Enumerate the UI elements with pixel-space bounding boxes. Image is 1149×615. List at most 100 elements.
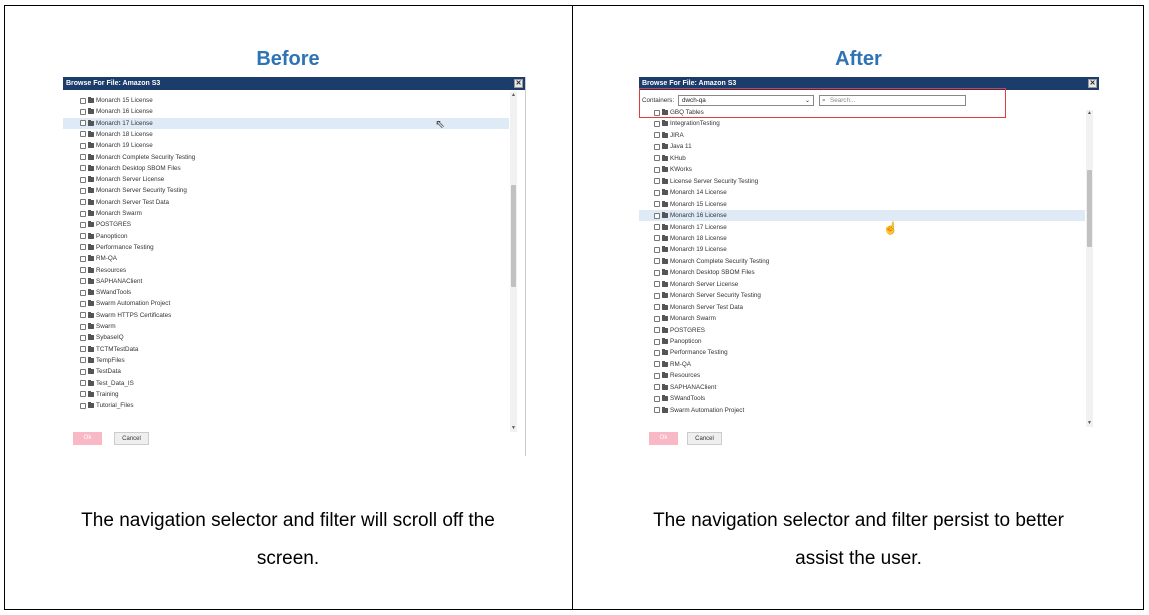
list-item[interactable]: Resources (63, 265, 509, 276)
checkbox-icon[interactable] (654, 304, 660, 311)
checkbox-icon[interactable] (80, 210, 86, 217)
scrollbar-thumb[interactable] (511, 185, 516, 287)
close-icon[interactable]: ✕ (514, 79, 523, 88)
list-item[interactable]: TCTMTestData (63, 344, 509, 355)
list-item[interactable]: Monarch Server Test Data (63, 197, 509, 208)
checkbox-icon[interactable] (654, 201, 660, 208)
list-item[interactable]: Monarch 16 License (639, 210, 1085, 222)
list-item[interactable]: Tutorial_Files (63, 400, 509, 411)
checkbox-icon[interactable] (654, 315, 660, 322)
scroll-down-icon[interactable]: ▼ (510, 425, 517, 432)
list-item[interactable]: Monarch Server Security Testing (639, 290, 1085, 301)
checkbox-icon[interactable] (654, 120, 660, 127)
list-item[interactable]: Monarch Swarm (639, 313, 1085, 324)
checkbox-icon[interactable] (80, 131, 86, 138)
list-item[interactable]: Monarch Desktop SBOM Files (639, 267, 1085, 278)
checkbox-icon[interactable] (80, 368, 86, 375)
checkbox-icon[interactable] (654, 166, 660, 173)
list-item[interactable]: Swarm Automation Project (639, 405, 1085, 416)
list-item[interactable]: Monarch 15 License (63, 95, 509, 106)
list-item[interactable]: Monarch Complete Security Testing (639, 256, 1085, 267)
checkbox-icon[interactable] (654, 407, 660, 414)
checkbox-icon[interactable] (654, 246, 660, 253)
list-item[interactable]: Test_Data_IS (63, 378, 509, 389)
list-item[interactable]: POSTGRES (63, 219, 509, 230)
list-item[interactable]: Monarch 19 License (63, 140, 509, 151)
list-item[interactable]: TestData (63, 366, 509, 377)
scrollbar-thumb[interactable] (1087, 170, 1092, 247)
list-item[interactable]: SAPHANAClient (639, 382, 1085, 393)
scroll-up-icon[interactable]: ▲ (1086, 110, 1093, 117)
checkbox-icon[interactable] (654, 224, 660, 230)
checkbox-icon[interactable] (80, 108, 86, 115)
checkbox-icon[interactable] (654, 292, 660, 299)
checkbox-icon[interactable] (80, 346, 86, 353)
checkbox-icon[interactable] (80, 165, 86, 172)
list-item[interactable]: Monarch 17 License (639, 222, 1085, 233)
scrollbar[interactable]: ▲ ▼ (1086, 110, 1093, 427)
checkbox-icon[interactable] (80, 142, 86, 149)
checkbox-icon[interactable] (80, 323, 86, 330)
list-item[interactable]: SAPHANAClient (63, 276, 509, 287)
checkbox-icon[interactable] (80, 402, 86, 409)
list-item[interactable]: Monarch Server License (63, 174, 509, 185)
cancel-button[interactable]: Cancel (114, 432, 149, 445)
checkbox-icon[interactable] (80, 289, 86, 296)
checkbox-icon[interactable] (654, 327, 660, 334)
checkbox-icon[interactable] (654, 372, 660, 379)
list-item[interactable]: RM-QA (63, 253, 509, 264)
list-item[interactable]: Swarm (63, 321, 509, 332)
list-item[interactable]: JIRA (639, 130, 1085, 141)
list-item[interactable]: SybaseIQ (63, 332, 509, 343)
list-item[interactable]: Monarch 15 License (639, 199, 1085, 210)
checkbox-icon[interactable] (80, 391, 86, 398)
checkbox-icon[interactable] (654, 269, 660, 276)
checkbox-icon[interactable] (80, 199, 86, 206)
checkbox-icon[interactable] (80, 357, 86, 364)
checkbox-icon[interactable] (654, 109, 660, 116)
list-item[interactable]: Panopticon (63, 231, 509, 242)
scroll-down-icon[interactable]: ▼ (1086, 420, 1093, 427)
list-item[interactable]: Resources (639, 370, 1085, 381)
list-item[interactable]: RM-QA (639, 359, 1085, 370)
list-item[interactable]: Training (63, 389, 509, 400)
list-item[interactable]: TempFiles (63, 355, 509, 366)
list-item[interactable]: Monarch Swarm (63, 208, 509, 219)
checkbox-icon[interactable] (654, 189, 660, 196)
checkbox-icon[interactable] (654, 384, 660, 391)
checkbox-icon[interactable] (80, 176, 86, 183)
list-item[interactable]: Monarch Desktop SBOM Files (63, 163, 509, 174)
list-item[interactable]: SWandTools (639, 393, 1085, 404)
scrollbar[interactable]: ▲ ▼ (510, 92, 517, 432)
checkbox-icon[interactable] (654, 178, 660, 185)
list-item[interactable]: IntegrationTesting (639, 118, 1085, 129)
checkbox-icon[interactable] (80, 334, 86, 341)
list-item[interactable]: Monarch 18 License (639, 233, 1085, 244)
list-item[interactable]: License Server Security Testing (639, 176, 1085, 187)
list-item[interactable]: KWorks (639, 164, 1085, 175)
checkbox-icon[interactable] (80, 154, 86, 160)
checkbox-icon[interactable] (80, 267, 86, 273)
list-item[interactable]: KHub (639, 153, 1085, 164)
checkbox-icon[interactable] (654, 155, 660, 162)
list-item[interactable]: SWandTools (63, 287, 509, 298)
checkbox-icon[interactable] (80, 221, 86, 228)
checkbox-icon[interactable] (654, 281, 660, 288)
list-item[interactable]: Panopticon (639, 336, 1085, 347)
list-item[interactable]: GBQ Tables (639, 107, 1085, 118)
list-item[interactable]: Monarch Server License (639, 279, 1085, 290)
checkbox-icon[interactable] (654, 132, 660, 139)
checkbox-icon[interactable] (80, 233, 86, 240)
checkbox-icon[interactable] (80, 312, 86, 319)
list-item[interactable]: Java 11 (639, 141, 1085, 152)
checkbox-icon[interactable] (80, 380, 86, 386)
checkbox-icon[interactable] (654, 338, 660, 345)
list-item[interactable]: Monarch 14 License (639, 187, 1085, 198)
checkbox-icon[interactable] (654, 235, 660, 242)
list-item[interactable]: Performance Testing (639, 347, 1085, 358)
list-item[interactable]: Monarch Server Test Data (639, 302, 1085, 313)
checkbox-icon[interactable] (654, 361, 660, 368)
checkbox-icon[interactable] (80, 97, 86, 104)
checkbox-icon[interactable] (80, 120, 86, 127)
ok-button[interactable]: Ok (649, 432, 678, 445)
